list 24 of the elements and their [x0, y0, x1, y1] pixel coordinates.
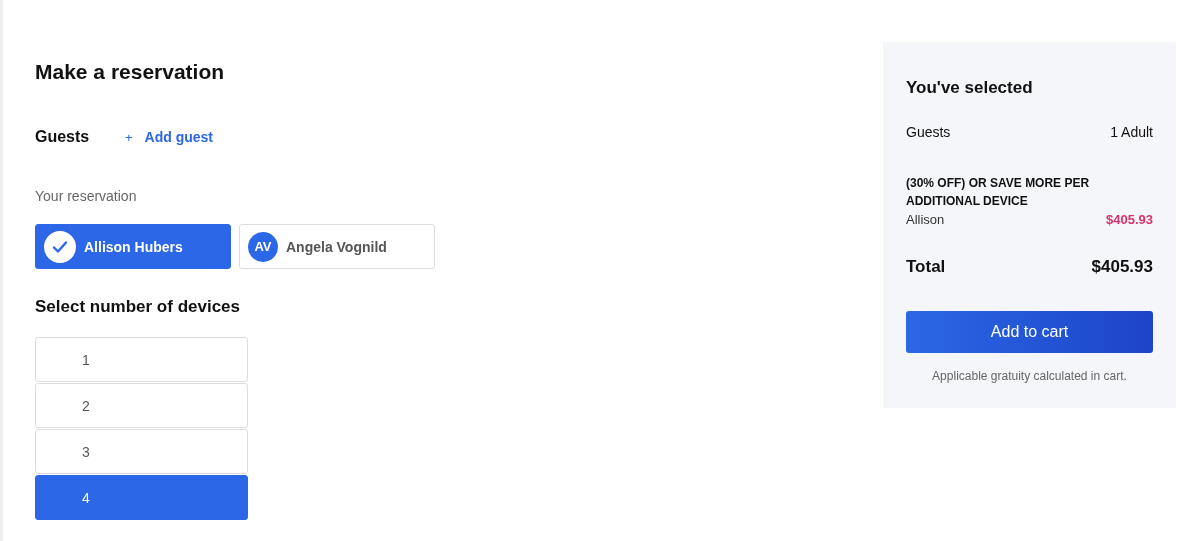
total-value: $405.93 — [1091, 257, 1153, 277]
plus-icon: + — [125, 129, 133, 145]
add-guest-link[interactable]: Add guest — [144, 129, 214, 145]
price: $405.93 — [1106, 212, 1153, 227]
guests-label: Guests — [906, 124, 951, 140]
offer-title: (30% OFF) OR SAVE MORE PER ADDITIONAL DEVICE — [906, 175, 1091, 210]
guests-label: Guests — [35, 128, 91, 146]
avatar-initials: AV — [248, 231, 278, 262]
device-count-option[interactable]: 1 — [35, 337, 248, 382]
add-to-cart-button[interactable]: Add to cart — [906, 311, 1153, 353]
device-count-option[interactable]: 2 — [35, 383, 248, 428]
total-label: Total — [906, 257, 946, 277]
page-title: Make a reservation — [35, 60, 226, 84]
section-title: Select number of devices — [35, 297, 242, 317]
check-icon — [44, 230, 76, 263]
summary-title: You've selected — [906, 78, 1034, 98]
device-count-option[interactable]: 3 — [35, 429, 248, 474]
device-count-option[interactable]: 4 — [35, 475, 248, 520]
guest-name: Allison — [906, 212, 945, 227]
gratuity-note: Applicable gratuity calculated in cart. — [931, 369, 1128, 383]
guests-value: 1 Adult — [1110, 124, 1153, 140]
guest-chip[interactable]: Allison Hubers — [35, 224, 231, 269]
guest-chip[interactable]: AV Angela Vognild — [239, 224, 435, 269]
section-label: Your reservation — [35, 188, 138, 204]
